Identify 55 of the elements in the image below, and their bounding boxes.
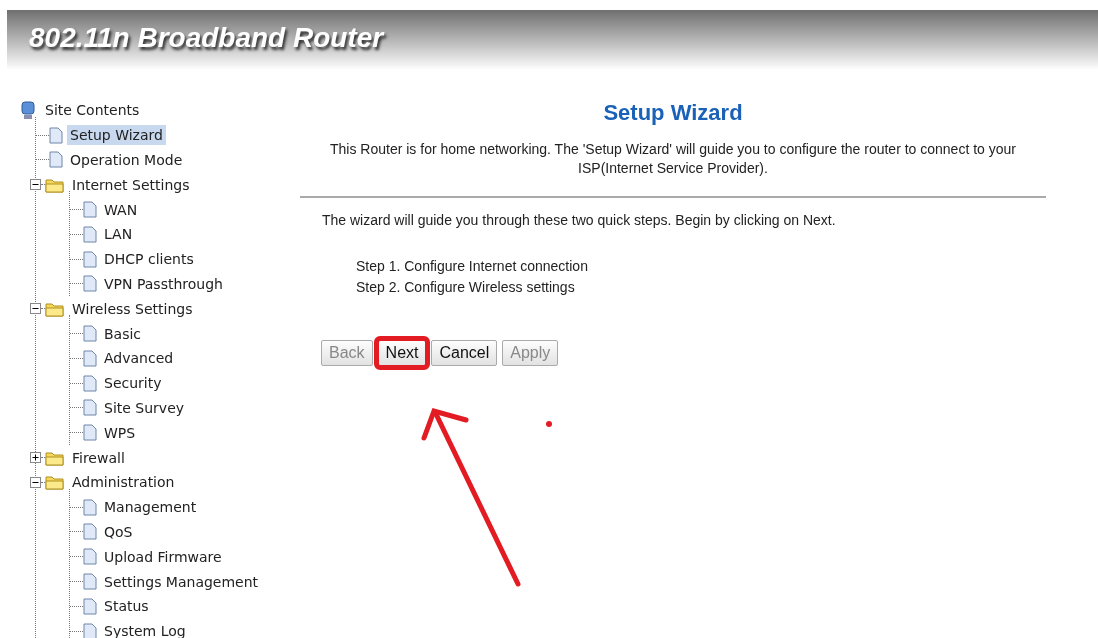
tree-item[interactable]: Status [101, 596, 152, 617]
page-icon [83, 349, 97, 367]
tree-item[interactable]: LAN [101, 224, 136, 245]
tree-item[interactable]: QoS [101, 521, 136, 542]
page-icon [83, 573, 97, 591]
tree-item[interactable]: Operation Mode [67, 150, 186, 170]
tree-item[interactable]: Internet Settings [69, 174, 193, 195]
folder-icon [45, 474, 65, 491]
folder-icon [45, 176, 65, 193]
page-icon [83, 622, 97, 638]
tree-item[interactable]: Site Survey [101, 397, 188, 418]
tree-item[interactable]: Management [101, 497, 200, 518]
tree-item[interactable]: Firewall [69, 447, 128, 468]
expander-icon[interactable] [30, 179, 41, 191]
computer-icon [20, 100, 36, 121]
expander-icon[interactable] [30, 452, 41, 464]
tree-item[interactable]: Setup Wizard [67, 125, 166, 146]
folder-icon [45, 449, 65, 466]
page-icon [83, 275, 97, 293]
wizard-button[interactable]: Cancel [431, 340, 498, 366]
page-icon [83, 201, 97, 219]
tree-item[interactable]: DHCP clients [101, 249, 197, 270]
page-icon [83, 523, 97, 541]
tree-item[interactable]: WAN [101, 199, 141, 220]
tree-item[interactable]: VPN Passthrough [101, 273, 226, 294]
page-icon [49, 126, 63, 144]
tree-item[interactable]: Advanced [101, 348, 177, 369]
step-text: Step 1. Configure Internet connection [356, 258, 589, 274]
tree-item[interactable]: Administration [69, 472, 178, 493]
dot-mark [546, 421, 552, 427]
folder-icon [45, 300, 65, 317]
tree-item[interactable]: WPS [101, 422, 139, 443]
page-icon [83, 225, 97, 243]
step-text: Step 2. Configure Wireless settings [356, 279, 576, 295]
tree-item[interactable]: Settings Management [101, 571, 262, 592]
tree-item[interactable]: Upload Firmware [101, 546, 225, 567]
page-icon [83, 374, 97, 392]
page-icon [83, 399, 97, 417]
expander-icon[interactable] [30, 303, 41, 315]
page-icon [83, 597, 97, 615]
page-icon [83, 498, 97, 516]
intro-text: The wizard will guide you through these two quick steps. Begin by clicking on Next. [322, 212, 837, 228]
page-icon [83, 325, 97, 343]
tree-item[interactable]: Security [101, 373, 165, 394]
expander-icon[interactable] [30, 476, 41, 488]
page-icon [83, 424, 97, 442]
tree-root: Site Contents [44, 101, 141, 121]
banner-title: 802.11n Broadband Router [29, 22, 384, 54]
page-icon [83, 548, 97, 566]
page-icon [49, 151, 63, 169]
page-heading: Setup Wizard [602, 100, 744, 126]
tree-item[interactable]: Wireless Settings [69, 298, 196, 319]
page-icon [83, 250, 97, 268]
description-text: This Router is for home networking. The 'Setup Wizard' will guide you to configure the router to connect to your ISP(Internet Service Provider). [329, 140, 1017, 178]
tree-item[interactable]: Basic [101, 323, 145, 344]
